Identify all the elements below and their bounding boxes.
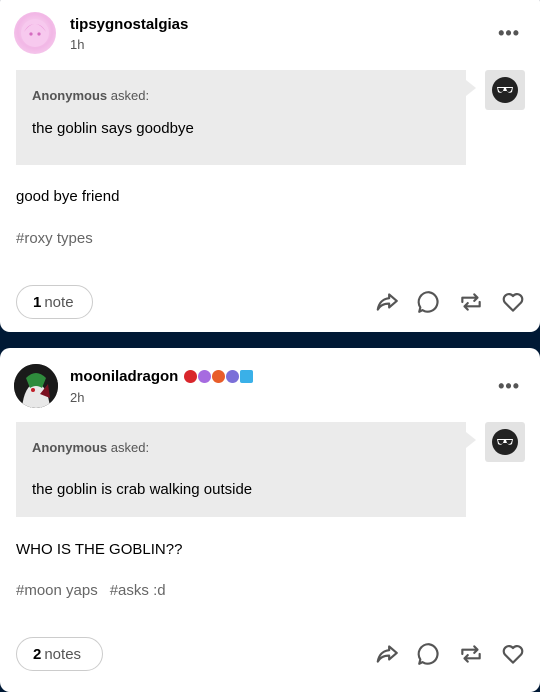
post-card: tipsygnostalgias 1h ••• Anonymous asked:… <box>0 0 540 332</box>
asked-label: asked: <box>110 440 150 455</box>
badge-icon <box>212 370 226 383</box>
tag-list: #roxy types <box>16 230 93 247</box>
ask-box: Anonymous asked: the goblin is crab walk… <box>16 422 476 517</box>
post-timestamp[interactable]: 2h <box>70 390 84 405</box>
share-icon[interactable] <box>374 289 400 315</box>
username-text[interactable]: mooniladragon <box>70 368 178 385</box>
reply-icon[interactable] <box>416 289 442 315</box>
notes-count: 1 <box>33 293 42 311</box>
reblog-icon[interactable] <box>458 289 484 315</box>
user-badges[interactable] <box>184 370 254 383</box>
post-timestamp[interactable]: 1h <box>70 37 84 52</box>
share-icon[interactable] <box>374 641 400 667</box>
notes-count: 2 <box>33 645 42 663</box>
ask-question: the goblin says goodbye <box>32 120 194 137</box>
asker-name: Anonymous <box>32 88 108 103</box>
post-username[interactable]: tipsygnostalgias <box>70 16 188 33</box>
user-avatar[interactable] <box>14 12 56 54</box>
heart-icon[interactable] <box>500 289 526 315</box>
notes-button[interactable]: 2 notes <box>16 637 103 671</box>
anonymous-avatar <box>485 422 525 462</box>
badge-icon <box>198 370 212 383</box>
notes-label: note <box>44 293 74 311</box>
badge-icon <box>226 370 240 383</box>
reply-icon[interactable] <box>416 641 442 667</box>
more-options-icon[interactable]: ••• <box>498 24 520 42</box>
tag-link[interactable]: #moon yaps <box>16 582 98 599</box>
username-text[interactable]: tipsygnostalgias <box>70 16 188 33</box>
ask-header: Anonymous asked: <box>32 440 149 455</box>
post-actions <box>374 641 526 667</box>
heart-icon[interactable] <box>500 641 526 667</box>
post-username[interactable]: mooniladragon <box>70 368 254 385</box>
post-actions <box>374 289 526 315</box>
post-body-text: WHO IS THE GOBLIN?? <box>16 541 183 558</box>
avatar-image <box>21 19 49 47</box>
post-body-text: good bye friend <box>16 188 120 205</box>
anonymous-sunglasses-icon <box>492 77 518 103</box>
avatar-image <box>14 364 58 408</box>
ask-box: Anonymous asked: the goblin says goodbye <box>16 70 476 165</box>
notes-label: notes <box>44 645 82 663</box>
ask-header: Anonymous asked: <box>32 88 149 103</box>
user-avatar[interactable] <box>14 364 58 408</box>
asker-name: Anonymous <box>32 440 108 455</box>
anonymous-sunglasses-icon <box>492 429 518 455</box>
anonymous-avatar <box>485 70 525 110</box>
post-card: mooniladragon 2h ••• Anonymous asked: th… <box>0 348 540 692</box>
tag-list: #moon yaps #asks :d <box>16 582 166 599</box>
asked-label: asked: <box>110 88 150 103</box>
notes-button[interactable]: 1 note <box>16 285 93 319</box>
reblog-icon[interactable] <box>458 641 484 667</box>
badge-icon <box>184 370 198 383</box>
ask-question: the goblin is crab walking outside <box>32 481 253 498</box>
tag-link[interactable]: #asks :d <box>110 582 166 599</box>
badge-icon <box>240 370 254 383</box>
more-options-icon[interactable]: ••• <box>498 377 520 395</box>
tag-link[interactable]: #roxy types <box>16 230 93 247</box>
